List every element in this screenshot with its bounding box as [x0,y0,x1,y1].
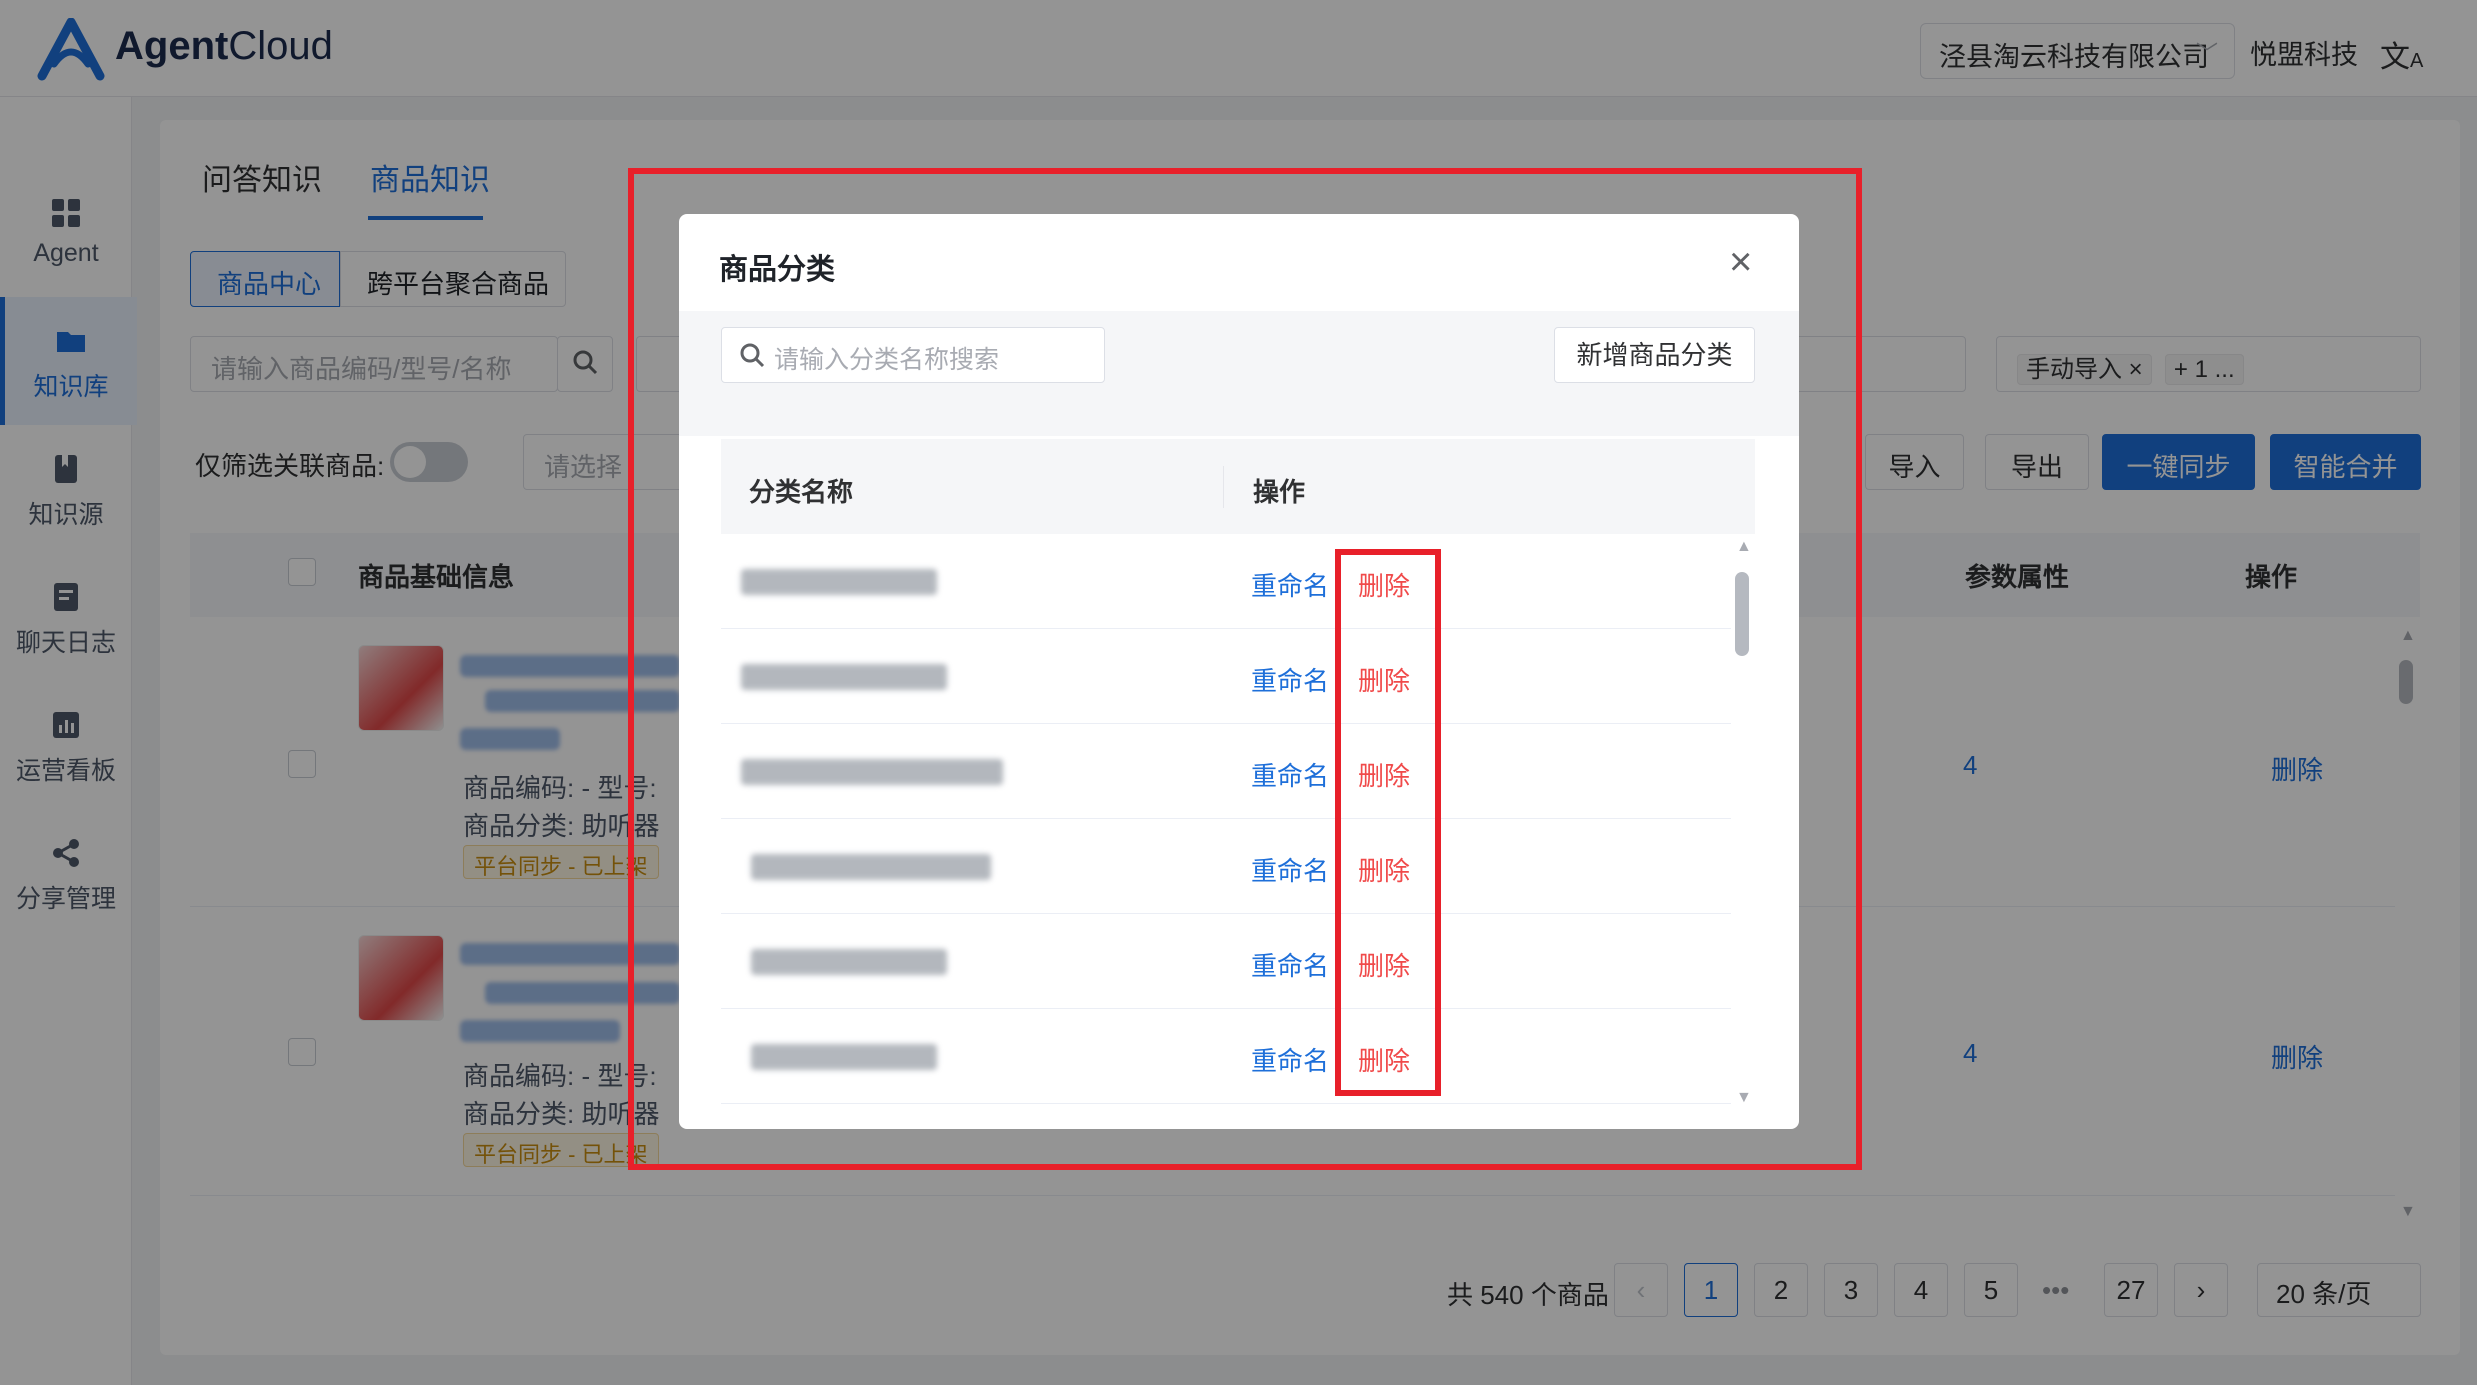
highlight-box-modal [628,168,1862,1170]
highlight-box-delete-column [1335,549,1441,1096]
